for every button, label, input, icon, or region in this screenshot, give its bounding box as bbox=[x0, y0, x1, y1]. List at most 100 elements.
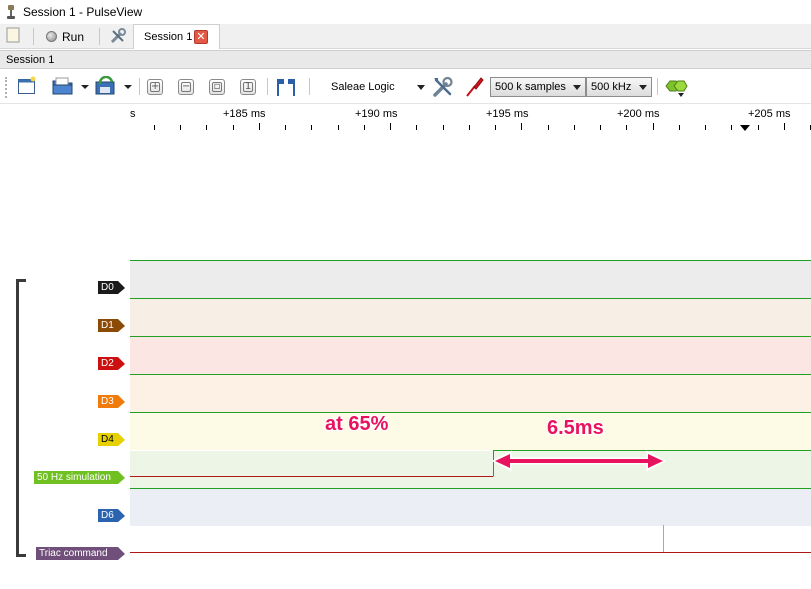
time-ruler[interactable]: s +185 ms +190 ms +195 ms +200 ms +205 m… bbox=[130, 104, 811, 254]
toolbar-grip[interactable] bbox=[5, 77, 7, 98]
trace-row-d0 bbox=[130, 261, 811, 298]
ruler-minor-tick bbox=[600, 125, 601, 130]
zoom-one-to-one-icon: 1 bbox=[243, 81, 253, 92]
device-dropdown-arrow-icon[interactable] bbox=[417, 85, 425, 90]
ruler-minor-tick bbox=[416, 125, 417, 130]
toolbar-separator bbox=[309, 78, 310, 95]
run-label: Run bbox=[62, 29, 85, 44]
sample-count-value: 500 k samples bbox=[495, 81, 566, 93]
ruler-minor-tick bbox=[731, 125, 732, 130]
zoom-out-icon: − bbox=[181, 81, 191, 92]
channel-label-d2[interactable]: D2 bbox=[98, 357, 125, 370]
ruler-minor-tick bbox=[311, 125, 312, 130]
open-dropdown-arrow-icon[interactable] bbox=[81, 85, 89, 89]
new-session-icon[interactable] bbox=[6, 27, 20, 43]
probe-config-icon[interactable] bbox=[463, 76, 485, 98]
ruler-minor-tick bbox=[364, 125, 365, 130]
ruler-major-tick bbox=[390, 123, 391, 130]
device-config-icon[interactable] bbox=[432, 76, 454, 98]
samplerate-select[interactable]: 500 kHz bbox=[586, 77, 652, 97]
save-file-icon[interactable] bbox=[94, 76, 118, 96]
zoom-fit-icon: ▫ bbox=[212, 81, 222, 92]
measurement-double-arrow-icon bbox=[491, 450, 667, 472]
signal-high-line bbox=[130, 336, 811, 337]
channel-label-triac-command[interactable]: Triac command bbox=[36, 547, 125, 560]
waveform-50hz bbox=[130, 450, 811, 477]
toolbar-separator bbox=[99, 28, 100, 45]
title-bar: Session 1 - PulseView bbox=[0, 0, 811, 24]
signal-high-line bbox=[130, 488, 811, 489]
zoom-in-icon: + bbox=[150, 81, 160, 92]
ruler-label: +190 ms bbox=[355, 108, 398, 120]
cursors-icon[interactable] bbox=[274, 76, 298, 98]
ruler-major-tick bbox=[521, 123, 522, 130]
sample-count-arrow-icon bbox=[573, 85, 581, 90]
ruler-label: +195 ms bbox=[486, 108, 529, 120]
channel-label-50-hz-simulation[interactable]: 50 Hz simulation bbox=[34, 471, 125, 484]
run-button[interactable]: Run bbox=[46, 27, 84, 46]
waveform-triac bbox=[130, 525, 811, 553]
settings-tools-icon[interactable] bbox=[109, 27, 127, 45]
run-status-icon bbox=[46, 31, 57, 42]
channel-label-d3[interactable]: D3 bbox=[98, 395, 125, 408]
ruler-major-tick bbox=[784, 123, 785, 130]
toolbar-separator bbox=[139, 78, 140, 95]
decoder-icon[interactable] bbox=[664, 76, 688, 98]
session-header: Session 1 bbox=[0, 50, 811, 69]
new-view-icon[interactable] bbox=[17, 76, 37, 96]
ruler-minor-tick bbox=[758, 125, 759, 130]
ruler-minor-tick bbox=[626, 125, 627, 130]
trace-view[interactable]: at 65% 6.5ms bbox=[130, 254, 811, 589]
ruler-minor-tick bbox=[180, 125, 181, 130]
open-file-icon[interactable] bbox=[52, 76, 74, 96]
annotation-duty: at 65% bbox=[325, 413, 389, 435]
signal-high-line bbox=[130, 298, 811, 299]
ruler-minor-tick bbox=[206, 125, 207, 130]
ruler-label: s bbox=[130, 108, 136, 120]
toolbar-separator bbox=[33, 28, 34, 45]
channel-label-d6[interactable]: D6 bbox=[98, 509, 125, 522]
ruler-minor-tick bbox=[574, 125, 575, 130]
ruler-minor-tick bbox=[469, 125, 470, 130]
ruler-major-tick bbox=[259, 123, 260, 130]
window-title: Session 1 - PulseView bbox=[23, 5, 143, 19]
trace-row-d1 bbox=[130, 299, 811, 336]
sample-count-select[interactable]: 500 k samples bbox=[490, 77, 586, 97]
ruler-minor-tick bbox=[548, 125, 549, 130]
tab-label: Session 1 bbox=[144, 31, 193, 43]
ruler-label: +185 ms bbox=[223, 108, 266, 120]
ruler-minor-tick bbox=[338, 125, 339, 130]
channel-label-d1[interactable]: D1 bbox=[98, 319, 125, 332]
trigger-marker-icon bbox=[740, 125, 750, 131]
ruler-major-tick bbox=[653, 123, 654, 130]
ruler-minor-tick bbox=[495, 125, 496, 130]
main-toolbar: Run bbox=[0, 24, 811, 49]
save-dropdown-arrow-icon[interactable] bbox=[124, 85, 132, 89]
trace-row-d2 bbox=[130, 337, 811, 374]
signal-high-line bbox=[130, 374, 811, 375]
zoom-one-to-one-button[interactable]: 1 bbox=[240, 79, 256, 95]
ruler-minor-tick bbox=[443, 125, 444, 130]
ruler-minor-tick bbox=[154, 125, 155, 130]
toolbar-separator bbox=[267, 78, 268, 95]
samplerate-value: 500 kHz bbox=[591, 81, 632, 93]
ruler-minor-tick bbox=[285, 125, 286, 130]
channel-group-bracket[interactable] bbox=[16, 279, 26, 557]
tab-close-icon[interactable]: ✕ bbox=[194, 30, 208, 44]
channel-label-d0[interactable]: D0 bbox=[98, 281, 125, 294]
tab-session-1[interactable]: Session 1 ✕ bbox=[133, 24, 220, 49]
zoom-out-button[interactable]: − bbox=[178, 79, 194, 95]
samplerate-arrow-icon bbox=[639, 85, 647, 90]
ruler-label: +200 ms bbox=[617, 108, 660, 120]
channel-label-d4[interactable]: D4 bbox=[98, 433, 125, 446]
toolbar-separator bbox=[657, 78, 658, 95]
zoom-in-button[interactable]: + bbox=[147, 79, 163, 95]
signal-high-line bbox=[130, 260, 811, 261]
device-selector[interactable]: Saleae Logic bbox=[331, 81, 395, 93]
annotation-delay: 6.5ms bbox=[547, 417, 604, 439]
pulseview-window: Session 1 - PulseView Run Session 1 ✕ Se… bbox=[0, 0, 811, 589]
ruler-minor-tick bbox=[679, 125, 680, 130]
signal-high-line bbox=[130, 412, 811, 413]
zoom-fit-button[interactable]: ▫ bbox=[209, 79, 225, 95]
pulseview-app-icon bbox=[7, 5, 15, 19]
